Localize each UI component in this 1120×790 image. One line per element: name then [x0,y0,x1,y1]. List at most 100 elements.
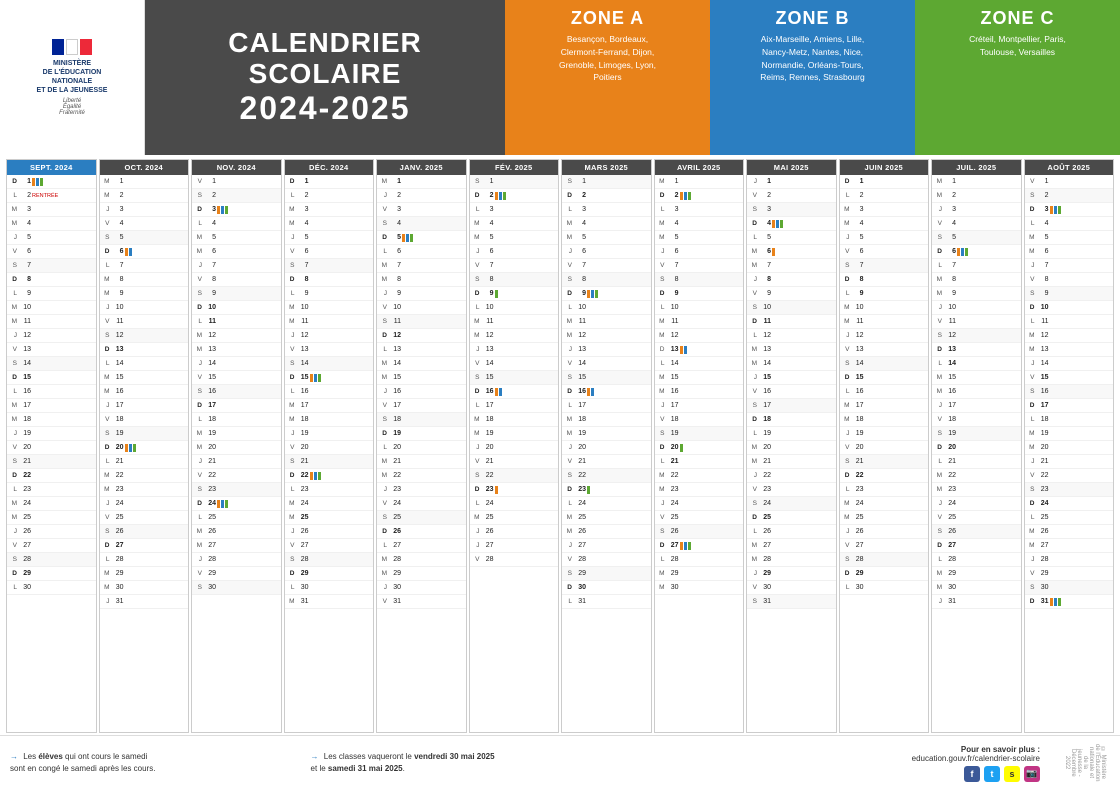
day-row: M11 [562,315,651,329]
day-row: S31 [747,595,836,609]
day-row: J23 [377,483,466,497]
month-jan-header: JANV. 2025 [377,160,466,175]
day-row: D24 [1025,497,1114,511]
day-row: D12 [377,329,466,343]
zone-c-title: ZONE C [915,0,1120,33]
instagram-icon[interactable]: 📷 [1024,766,1040,782]
month-apr-header: AVRIL 2025 [655,160,744,175]
header: MINISTÈREDE L'ÉDUCATIONNATIONALEET DE LA… [0,0,1120,155]
day-row: M8 [932,273,1021,287]
day-row: M4 [285,217,374,231]
day-row: S15 [470,371,559,385]
day-row: V13 [840,343,929,357]
day-row: J30 [377,581,466,595]
day-row: J21 [192,455,281,469]
day-row: M4 [470,217,559,231]
day-row: S30 [1025,581,1114,595]
day-row: D27 [932,539,1021,553]
day-row: M21 [747,455,836,469]
day-row: S3 [747,203,836,217]
day-row: J24 [655,497,744,511]
day-row: M12 [1025,329,1114,343]
day-row: M25 [562,511,651,525]
day-row: V29 [192,567,281,581]
day-row: M3 [840,203,929,217]
facebook-icon[interactable]: f [964,766,980,782]
day-row: V14 [562,357,651,371]
day-row: V6 [7,245,96,259]
day-row: V4 [932,217,1021,231]
day-row: S22 [470,469,559,483]
day-row: V31 [377,595,466,609]
day-row: S7 [840,259,929,273]
day-row: V14 [470,357,559,371]
day-row: M19 [562,427,651,441]
day-row: L2RENTRÉE [7,189,96,203]
day-row: S23 [1025,483,1114,497]
day-row: S11 [377,315,466,329]
day-row: V11 [932,315,1021,329]
footer-info: Pour en savoir plus : education.gouv.fr/… [912,745,1040,782]
day-row: J7 [192,259,281,273]
zone-b-cities: Aix-Marseille, Amiens, Lille,Nancy-Metz,… [710,33,915,92]
day-row: M15 [377,371,466,385]
day-row: M27 [192,539,281,553]
day-row: L17 [470,399,559,413]
day-row: L11 [1025,315,1114,329]
day-row: D22 [840,469,929,483]
day-row: M10 [840,301,929,315]
day-row: J26 [285,525,374,539]
day-row: L27 [377,539,466,553]
day-row: L17 [562,399,651,413]
day-row: L10 [562,301,651,315]
day-row: M24 [7,497,96,511]
ministry-motto: LibertéÉgalitéFraternité [59,98,85,116]
day-row: J27 [562,539,651,553]
day-row: D3 [1025,203,1114,217]
day-row: M23 [100,483,189,497]
day-row: J31 [932,595,1021,609]
day-row: M30 [655,581,744,595]
day-row: D16 [470,385,559,399]
snapchat-icon[interactable]: s [1004,766,1020,782]
day-row: M15 [100,371,189,385]
day-row: J27 [470,539,559,553]
social-icons: f t s 📷 [912,766,1040,782]
day-row: J14 [192,357,281,371]
day-row: D1 [840,175,929,189]
day-row: L21 [655,455,744,469]
day-row: M26 [562,525,651,539]
day-row: V17 [377,399,466,413]
day-row: M22 [377,469,466,483]
twitter-icon[interactable]: t [984,766,1000,782]
day-row: J20 [562,441,651,455]
ministry-name: MINISTÈREDE L'ÉDUCATIONNATIONALEET DE LA… [37,59,108,95]
day-row: L11 [192,315,281,329]
day-row: J21 [1025,455,1114,469]
day-row: V16 [747,385,836,399]
day-row: M11 [285,315,374,329]
months-grid: SEPT. 2024 D1 L2RENTRÉE M3 M4 J5 V6 S7 D… [4,155,1116,735]
day-row: V6 [840,245,929,259]
day-row: M27 [1025,539,1114,553]
day-row: V18 [932,413,1021,427]
day-row: L9 [285,287,374,301]
day-row: S5 [100,231,189,245]
day-row: J24 [100,497,189,511]
day-row: V20 [840,441,929,455]
day-row: V15 [1025,371,1114,385]
month-nov-header: NOV. 2024 [192,160,281,175]
day-row: S22 [562,469,651,483]
day-row: J28 [1025,553,1114,567]
day-row: J31 [100,595,189,609]
day-row: S12 [932,329,1021,343]
day-row: M13 [1025,343,1114,357]
day-row: D16 [562,385,651,399]
day-row: J19 [285,427,374,441]
day-row: M22 [100,469,189,483]
day-row: M6 [747,245,836,259]
day-row: V28 [562,553,651,567]
day-row: D25 [747,511,836,525]
day-row: M23 [655,483,744,497]
day-row: D11 [747,315,836,329]
